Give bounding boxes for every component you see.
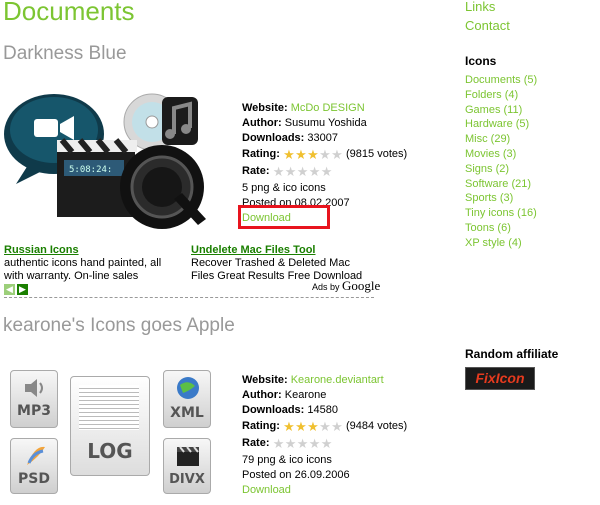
rate-stars[interactable]: ★★★★★ [273, 437, 333, 453]
author-label: Author: [242, 117, 282, 130]
rating-votes: (9815 votes) [346, 147, 408, 160]
star-icon[interactable]: ★ [285, 165, 297, 178]
rate-label: Rate: [242, 164, 270, 177]
star-icon[interactable]: ★ [309, 437, 321, 450]
icons-heading: Icons [465, 54, 497, 68]
star-icon[interactable]: ★ [321, 437, 333, 450]
ad-title-link[interactable]: Undelete Mac Files Tool [191, 244, 316, 256]
star-icon[interactable]: ★ [309, 165, 321, 178]
rate-label: Rate: [242, 436, 270, 449]
icon-count: 5 png & ico icons [242, 182, 326, 195]
sidebar-category-link[interactable]: Software (21) [465, 177, 595, 192]
file-type-label: PSD [18, 471, 50, 487]
sidebar: Links Contact Icons Documents (5) Folders… [465, 0, 595, 251]
xml-file-icon: XML [163, 370, 211, 428]
star-icon[interactable]: ★ [297, 165, 309, 178]
sidebar-category-link[interactable]: Movies (3) [465, 147, 595, 162]
ad-title-link[interactable]: Russian Icons [4, 244, 79, 256]
affiliate-heading: Random affiliate [465, 347, 559, 361]
entry-title: kearone's Icons goes Apple [3, 315, 235, 336]
chevron-left-icon[interactable]: ◀ [4, 284, 15, 295]
sidebar-category-link[interactable]: Misc (29) [465, 132, 595, 147]
star-icon: ★ [307, 418, 319, 434]
sidebar-category-link[interactable]: Documents (5) [465, 73, 595, 88]
star-icon: ★ [307, 146, 319, 162]
download-link[interactable]: Download [242, 484, 291, 496]
svg-text:5:08:24:: 5:08:24: [69, 165, 112, 175]
author-value: Kearone [284, 389, 327, 402]
ad-text: authentic icons hand painted, all with w… [4, 257, 162, 282]
star-icon: ★ [295, 146, 307, 162]
ads-by-label: Ads by [312, 282, 340, 292]
website-label: Website: [242, 374, 288, 386]
google-logo: Google [342, 278, 381, 293]
downloads-value: 33007 [307, 132, 338, 145]
icon-set-preview[interactable]: 5:08:24: [2, 92, 232, 242]
star-icon[interactable]: ★ [297, 437, 309, 450]
star-icon: ★ [283, 146, 295, 162]
sidebar-category-link[interactable]: Sports (3) [465, 191, 595, 206]
rating-stars: ★★★★★ [283, 418, 343, 436]
star-icon: ★ [331, 418, 343, 434]
sidebar-category-link[interactable]: Signs (2) [465, 162, 595, 177]
ad-nav: ◀ ▶ [4, 279, 30, 297]
rating-votes: (9484 votes) [346, 419, 408, 432]
psd-file-icon: PSD [10, 438, 58, 494]
entry-meta: Website: Kearone.deviantart Author: Kear… [242, 373, 442, 499]
star-icon: ★ [295, 418, 307, 434]
posted-date: Posted on 26.09.2006 [242, 469, 350, 482]
star-icon: ★ [283, 418, 295, 434]
website-label: Website: [242, 102, 288, 114]
website-link[interactable]: Kearone.deviantart [291, 374, 384, 386]
icon-set-preview[interactable]: MP3 LOG XML PSD DIVX [8, 368, 218, 498]
divx-file-icon: DIVX [163, 438, 211, 494]
file-type-label: XML [170, 405, 204, 421]
rating-label: Rating: [242, 147, 280, 160]
website-link[interactable]: McDo DESIGN [291, 102, 365, 114]
file-type-label: MP3 [17, 403, 51, 419]
downloads-label: Downloads: [242, 132, 305, 145]
mp3-file-icon: MP3 [10, 370, 58, 428]
download-highlight-box [238, 205, 330, 229]
ads-by-google[interactable]: Ads by Google [312, 278, 380, 294]
star-icon[interactable]: ★ [285, 437, 297, 450]
log-file-icon: LOG [70, 376, 150, 476]
star-icon: ★ [319, 146, 331, 162]
downloads-value: 14580 [307, 404, 338, 417]
rating-label: Rating: [242, 419, 280, 432]
ad-block[interactable]: Russian Icons authentic icons hand paint… [4, 244, 179, 283]
sidebar-category-link[interactable]: Tiny icons (16) [465, 206, 595, 221]
sidebar-category-link[interactable]: Games (11) [465, 103, 595, 118]
divider [4, 297, 374, 298]
rating-stars: ★★★★★ [283, 146, 343, 164]
file-type-label: DIVX [169, 472, 205, 487]
sidebar-top-links: Links Contact [465, 0, 595, 35]
sidebar-link-links[interactable]: Links [465, 0, 595, 16]
author-value: Susumu Yoshida [284, 117, 367, 130]
sidebar-category-link[interactable]: Hardware (5) [465, 117, 595, 132]
category-list: Documents (5) Folders (4) Games (11) Hardwa… [465, 73, 595, 251]
star-icon: ★ [319, 418, 331, 434]
sidebar-category-link[interactable]: Toons (6) [465, 221, 595, 236]
star-icon: ★ [331, 146, 343, 162]
affiliate-logo: FixIcon [475, 370, 525, 386]
downloads-label: Downloads: [242, 404, 305, 417]
chevron-right-icon[interactable]: ▶ [17, 284, 28, 295]
sidebar-link-contact[interactable]: Contact [465, 16, 595, 35]
quicktime-icon [120, 145, 206, 229]
affiliate-banner[interactable]: FixIcon [465, 367, 535, 390]
star-icon[interactable]: ★ [273, 437, 285, 450]
icon-count: 79 png & ico icons [242, 454, 332, 467]
star-icon[interactable]: ★ [321, 165, 333, 178]
text-lines [79, 385, 139, 430]
entry-title: Darkness Blue [3, 43, 127, 64]
star-icon[interactable]: ★ [273, 165, 285, 178]
author-label: Author: [242, 389, 282, 402]
file-type-label: LOG [87, 439, 133, 463]
page-title: Documents [3, 0, 135, 26]
sidebar-category-link[interactable]: Folders (4) [465, 88, 595, 103]
rate-stars[interactable]: ★★★★★ [273, 165, 333, 181]
sidebar-category-link[interactable]: XP style (4) [465, 236, 595, 251]
